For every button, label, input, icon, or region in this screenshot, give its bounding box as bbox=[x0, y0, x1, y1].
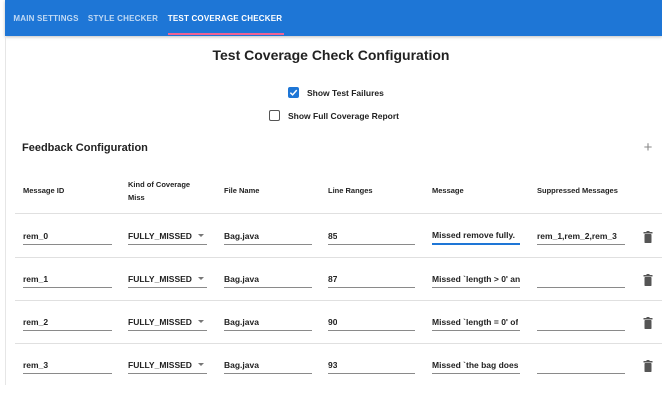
trash-icon[interactable] bbox=[643, 274, 653, 286]
file-name-value: Bag.java bbox=[224, 316, 259, 327]
check-icon bbox=[289, 89, 298, 96]
header-divider bbox=[15, 213, 662, 214]
tab-style-checker[interactable]: STYLE CHECKER bbox=[87, 0, 159, 36]
file-name-field[interactable]: Bag.java bbox=[224, 227, 312, 245]
message-value: Missed `length > 0' and bbox=[432, 273, 520, 284]
line-ranges-value: 93 bbox=[328, 359, 338, 370]
header-kind-line1: Kind of Coverage bbox=[128, 180, 191, 189]
message-field[interactable]: Missed `length > 0' and bbox=[432, 270, 520, 288]
coverage-kind-select[interactable]: FULLY_MISSED bbox=[128, 227, 207, 245]
file-name-field[interactable]: Bag.java bbox=[224, 356, 312, 374]
trash-icon[interactable] bbox=[643, 360, 653, 372]
message-value: Missed `the bag does bbox=[432, 359, 519, 370]
message-id-value: rem_2 bbox=[23, 316, 49, 327]
trash-icon[interactable] bbox=[643, 231, 653, 243]
suppressed-messages-field[interactable] bbox=[537, 270, 625, 288]
plus-icon[interactable]: + bbox=[640, 140, 656, 156]
header-kind-of-coverage-miss: Kind of Coverage Miss bbox=[128, 178, 190, 204]
message-field[interactable]: Missed `the bag does bbox=[432, 356, 520, 374]
file-name-value: Bag.java bbox=[224, 359, 259, 370]
suppressed-messages-value: rem_1,rem_2,rem_3 bbox=[537, 230, 617, 241]
line-ranges-value: 90 bbox=[328, 316, 338, 327]
trash-icon[interactable] bbox=[643, 317, 653, 329]
message-field[interactable]: Missed `length = 0' of bbox=[432, 313, 520, 331]
feedback-configuration-title: Feedback Configuration bbox=[22, 142, 148, 154]
chevron-down-icon bbox=[198, 277, 204, 280]
file-name-field[interactable]: Bag.java bbox=[224, 313, 312, 331]
row-divider bbox=[15, 343, 662, 344]
table-row: rem_1 FULLY_MISSED Bag.java 87 Missed `l… bbox=[0, 270, 662, 313]
message-value: Missed `length = 0' of bbox=[432, 316, 519, 327]
show-test-failures-checkbox[interactable] bbox=[288, 87, 299, 98]
table-row: rem_0 FULLY_MISSED Bag.java 85 Missed re… bbox=[0, 227, 662, 270]
suppressed-messages-field[interactable]: rem_1,rem_2,rem_3 bbox=[537, 227, 625, 245]
chevron-down-icon bbox=[198, 320, 204, 323]
header-file-name: File Name bbox=[224, 186, 260, 195]
coverage-kind-value: FULLY_MISSED bbox=[128, 316, 192, 327]
row-divider bbox=[15, 257, 662, 258]
show-full-coverage-option[interactable]: Show Full Coverage Report bbox=[269, 110, 399, 121]
file-name-value: Bag.java bbox=[224, 273, 259, 284]
header-suppressed-messages: Suppressed Messages bbox=[537, 186, 618, 195]
tab-main-settings[interactable]: MAIN SETTINGS bbox=[8, 0, 84, 36]
coverage-kind-select[interactable]: FULLY_MISSED bbox=[128, 313, 207, 331]
suppressed-messages-field[interactable] bbox=[537, 313, 625, 331]
file-name-field[interactable]: Bag.java bbox=[224, 270, 312, 288]
message-value: Missed remove fully. bbox=[432, 230, 515, 240]
message-id-value: rem_0 bbox=[23, 230, 49, 241]
coverage-kind-select[interactable]: FULLY_MISSED bbox=[128, 356, 207, 374]
coverage-kind-value: FULLY_MISSED bbox=[128, 359, 192, 370]
page-title: Test Coverage Check Configuration bbox=[212, 47, 450, 63]
message-id-value: rem_1 bbox=[23, 273, 49, 284]
file-name-value: Bag.java bbox=[224, 230, 259, 241]
show-test-failures-label: Show Test Failures bbox=[307, 87, 384, 98]
line-ranges-field[interactable]: 90 bbox=[328, 313, 415, 331]
show-test-failures-option[interactable]: Show Test Failures bbox=[288, 87, 384, 98]
message-field[interactable]: Missed remove fully. bbox=[432, 227, 520, 245]
show-full-coverage-checkbox[interactable] bbox=[269, 110, 280, 121]
coverage-kind-value: FULLY_MISSED bbox=[128, 230, 192, 241]
header-line-ranges: Line Ranges bbox=[328, 186, 373, 195]
chevron-down-icon bbox=[198, 234, 204, 237]
message-id-field[interactable]: rem_0 bbox=[23, 227, 112, 245]
header-message: Message bbox=[432, 186, 464, 195]
message-id-field[interactable]: rem_1 bbox=[23, 270, 112, 288]
line-ranges-value: 87 bbox=[328, 273, 338, 284]
table-row: rem_2 FULLY_MISSED Bag.java 90 Missed `l… bbox=[0, 313, 662, 356]
table-row: rem_3 FULLY_MISSED Bag.java 93 Missed `t… bbox=[0, 356, 662, 399]
line-ranges-field[interactable]: 85 bbox=[328, 227, 415, 245]
message-id-value: rem_3 bbox=[23, 359, 49, 370]
message-id-field[interactable]: rem_2 bbox=[23, 313, 112, 331]
tab-test-coverage-checker[interactable]: TEST COVERAGE CHECKER bbox=[165, 0, 285, 36]
show-full-coverage-label: Show Full Coverage Report bbox=[288, 110, 399, 121]
row-divider bbox=[15, 300, 662, 301]
suppressed-messages-field[interactable] bbox=[537, 356, 625, 374]
message-id-field[interactable]: rem_3 bbox=[23, 356, 112, 374]
line-ranges-field[interactable]: 87 bbox=[328, 270, 415, 288]
line-ranges-value: 85 bbox=[328, 230, 338, 241]
coverage-kind-select[interactable]: FULLY_MISSED bbox=[128, 270, 207, 288]
header-message-id: Message ID bbox=[23, 186, 65, 195]
top-tab-bar: MAIN SETTINGS STYLE CHECKER TEST COVERAG… bbox=[5, 0, 662, 36]
coverage-kind-value: FULLY_MISSED bbox=[128, 273, 192, 284]
line-ranges-field[interactable]: 93 bbox=[328, 356, 415, 374]
chevron-down-icon bbox=[198, 363, 204, 366]
active-tab-indicator bbox=[168, 33, 284, 35]
header-kind-line2: Miss bbox=[128, 193, 145, 202]
